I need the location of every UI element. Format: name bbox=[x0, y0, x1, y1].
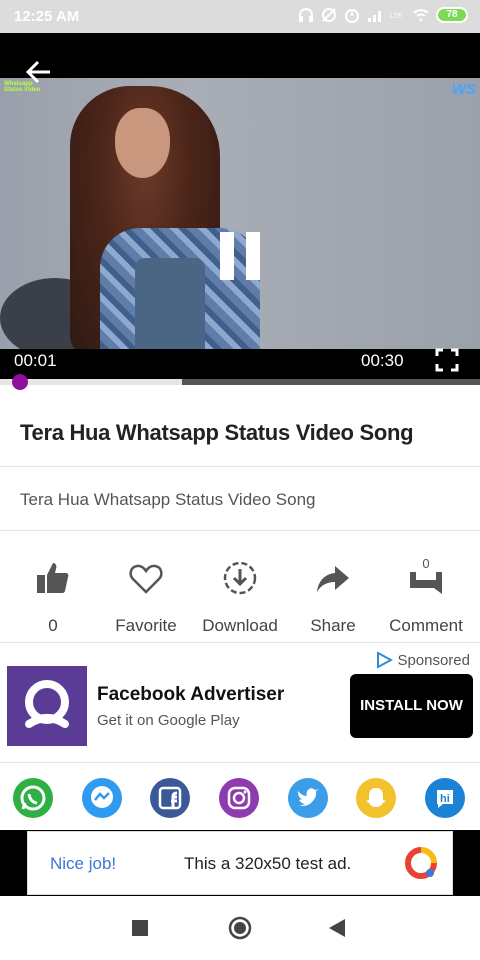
advertiser-logo bbox=[7, 666, 87, 746]
volte-icon: LTE bbox=[390, 13, 403, 20]
alarm-icon bbox=[345, 9, 359, 23]
comment-button[interactable]: 0 Comment bbox=[378, 552, 474, 642]
facebook-icon[interactable] bbox=[150, 778, 190, 818]
test-banner-ad[interactable]: Nice job! This a 320x50 test ad. bbox=[0, 830, 480, 896]
system-nav-bar bbox=[0, 896, 480, 960]
comment-label: Comment bbox=[389, 616, 463, 635]
like-button[interactable]: 0 bbox=[5, 552, 101, 642]
test-ad-body[interactable]: Nice job! This a 320x50 test ad. bbox=[27, 831, 453, 895]
native-ad[interactable]: Sponsored Facebook Advertiser Get it on … bbox=[0, 643, 480, 761]
svg-text:LTE: LTE bbox=[390, 13, 403, 20]
home-icon[interactable] bbox=[228, 916, 252, 940]
install-now-button[interactable]: INSTALL NOW bbox=[350, 674, 473, 738]
svg-text:hi: hi bbox=[440, 793, 450, 805]
download-icon bbox=[223, 561, 257, 595]
sponsored-label: Sponsored bbox=[375, 651, 470, 669]
heart-icon bbox=[129, 564, 163, 594]
hike-icon[interactable]: hi bbox=[425, 778, 465, 818]
video-description: Tera Hua Whatsapp Status Video Song bbox=[20, 490, 316, 509]
advertiser-name: Facebook Advertiser bbox=[97, 684, 285, 705]
total-time: 00:30 bbox=[361, 351, 404, 370]
share-button[interactable]: Share bbox=[285, 552, 381, 642]
adchoices-icon[interactable] bbox=[375, 651, 394, 669]
google-ads-logo-icon bbox=[405, 847, 437, 879]
favorite-button[interactable]: Favorite bbox=[98, 552, 194, 642]
fullscreen-icon[interactable] bbox=[435, 348, 459, 372]
share-apps-row: hi bbox=[0, 764, 480, 830]
test-ad-text: This a 320x50 test ad. bbox=[184, 854, 352, 873]
advertiser-subtitle: Get it on Google Play bbox=[97, 712, 240, 729]
action-bar: 0 Favorite Download Share 0 Comment bbox=[0, 552, 480, 642]
video-frame[interactable]: Whatsapp Status Video WS bbox=[0, 78, 480, 349]
seek-knob[interactable] bbox=[11, 374, 28, 390]
recents-icon[interactable] bbox=[132, 920, 148, 936]
messenger-icon[interactable] bbox=[82, 778, 122, 818]
watermark-right: WS bbox=[451, 81, 476, 98]
advertiser-logo-icon bbox=[25, 680, 69, 728]
test-ad-nice: Nice job! bbox=[50, 854, 117, 873]
share-arrow-icon bbox=[317, 566, 349, 592]
seek-bar[interactable] bbox=[0, 374, 480, 390]
sponsored-text: Sponsored bbox=[397, 651, 470, 669]
video-player[interactable]: Whatsapp Status Video WS 00:01 00:30 bbox=[0, 33, 480, 385]
download-button[interactable]: Download bbox=[192, 552, 288, 642]
current-time: 00:01 bbox=[14, 351, 57, 370]
pause-button[interactable] bbox=[218, 232, 262, 280]
status-bar: 12:25 AM LTE 78 bbox=[0, 0, 480, 33]
pause-bar-left bbox=[220, 232, 234, 280]
dnd-off-icon bbox=[322, 8, 336, 22]
video-subject-face bbox=[115, 108, 170, 178]
pause-bar-right bbox=[246, 232, 260, 280]
status-time: 12:25 AM bbox=[14, 8, 80, 25]
divider bbox=[0, 530, 480, 531]
video-subject-top bbox=[135, 258, 205, 349]
snapchat-icon[interactable] bbox=[356, 778, 396, 818]
wifi-icon bbox=[413, 9, 429, 22]
video-title: Tera Hua Whatsapp Status Video Song bbox=[20, 420, 414, 445]
instagram-icon[interactable] bbox=[219, 778, 259, 818]
headphones-icon bbox=[299, 8, 313, 22]
comment-count-badge: 0 bbox=[422, 556, 430, 571]
battery-icon: 78 bbox=[436, 7, 468, 23]
back-nav-icon[interactable] bbox=[329, 919, 345, 937]
signal-icon bbox=[368, 11, 381, 22]
whatsapp-icon[interactable] bbox=[13, 778, 53, 818]
twitter-icon[interactable] bbox=[288, 778, 328, 818]
thumbs-up-icon bbox=[37, 563, 69, 593]
divider bbox=[0, 466, 480, 467]
divider bbox=[0, 762, 480, 763]
status-icons: LTE 78 bbox=[298, 7, 468, 23]
back-arrow-icon[interactable] bbox=[24, 57, 54, 87]
